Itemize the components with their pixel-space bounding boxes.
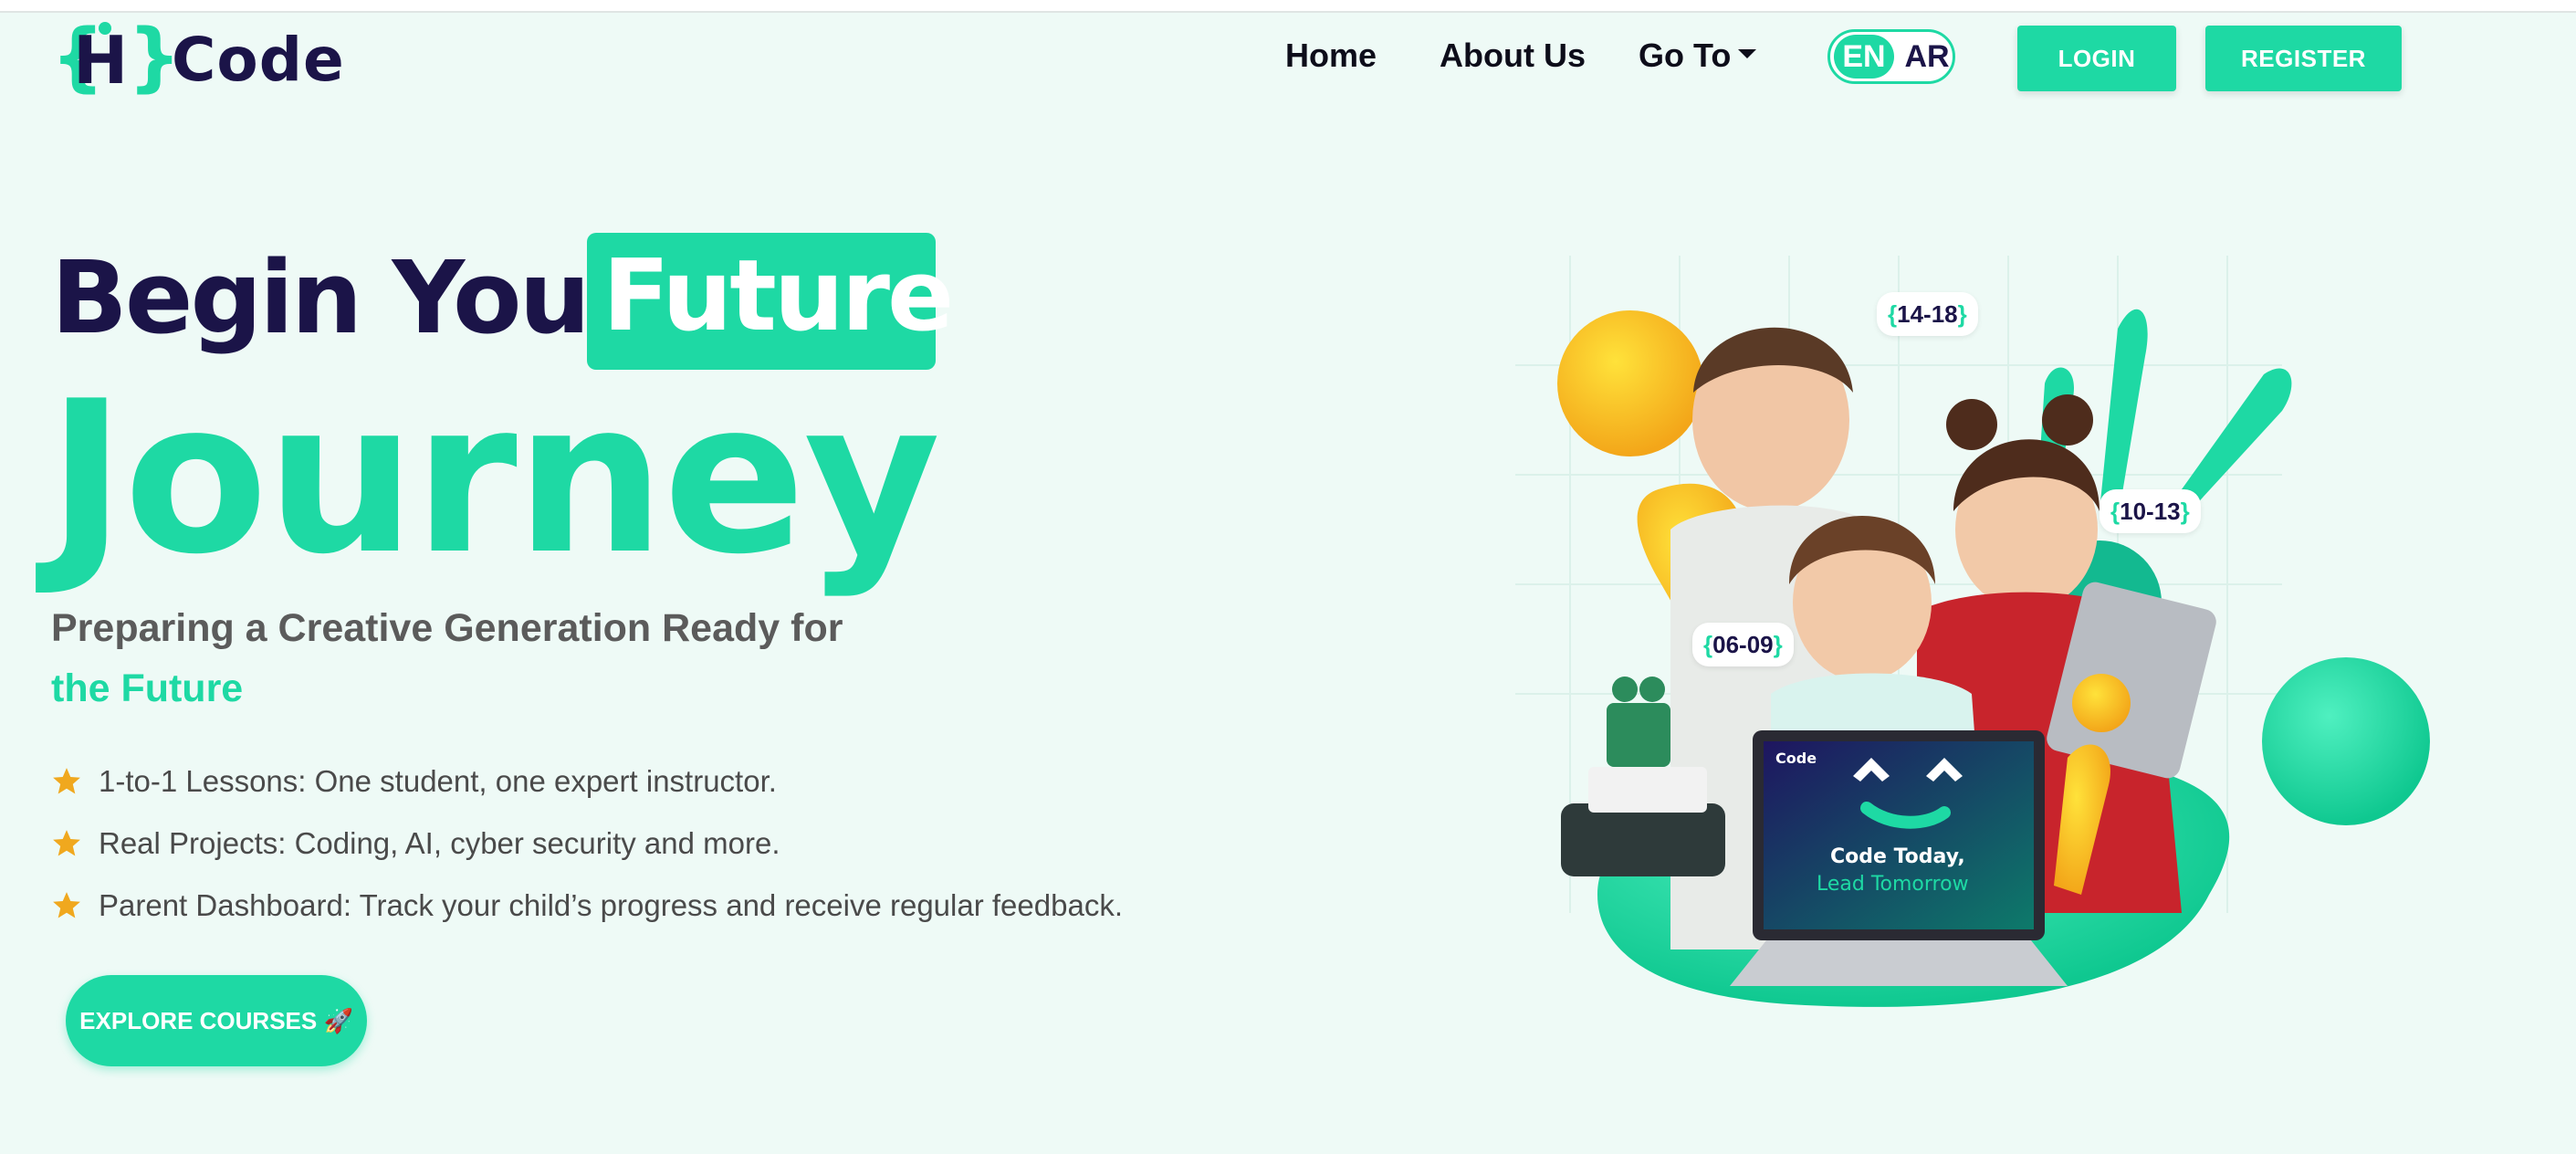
feature-item: 1-to-1 Lessons: One student, one expert …: [51, 761, 777, 802]
hero-illustration: Code Code Today, Lead Tomorrow {14-18} {…: [1461, 256, 2465, 1059]
lang-ar-option[interactable]: AR: [1903, 35, 1951, 79]
register-button[interactable]: REGISTER: [2205, 26, 2402, 91]
logo-text: Code: [172, 24, 345, 95]
kids-with-devices-image: Code Code Today, Lead Tomorrow: [1515, 256, 2430, 1007]
age-tag: {14-18}: [1877, 292, 1978, 336]
site-logo[interactable]: { H } Code: [51, 14, 345, 100]
hero-subtitle-line2: the Future: [51, 666, 244, 710]
age-tag-label: 14-18: [1897, 300, 1958, 328]
laptop-line2-text: Lead Tomorrow: [1817, 873, 1969, 896]
age-tag-label: 06-09: [1712, 631, 1774, 658]
hero-title-line2: Journey: [47, 357, 940, 601]
logo-mark-icon: { H }: [51, 14, 182, 100]
chevron-down-icon: [1738, 49, 1757, 59]
hero-title-part1: Begin Your: [51, 239, 637, 356]
feature-text: Parent Dashboard: Track your child’s pro…: [99, 888, 1123, 922]
login-button[interactable]: LOGIN: [2017, 26, 2176, 91]
nav-about-link[interactable]: About Us: [1440, 37, 1586, 75]
star-icon: [53, 830, 80, 856]
feature-text: 1-to-1 Lessons: One student, one expert …: [99, 764, 777, 798]
age-tag: {10-13}: [2100, 489, 2201, 533]
browser-top-edge: [0, 0, 2576, 13]
nav-home-link[interactable]: Home: [1285, 37, 1377, 75]
hero-subtitle-line1: Preparing a Creative Generation Ready fo…: [51, 606, 843, 650]
feature-item: Real Projects: Coding, AI, cyber securit…: [51, 824, 780, 864]
language-toggle[interactable]: EN AR: [1827, 29, 1955, 84]
laptop-brand-text: Code: [1775, 750, 1817, 767]
star-icon: [53, 768, 80, 794]
lang-en-option[interactable]: EN: [1834, 35, 1894, 79]
star-icon: [53, 892, 80, 918]
nav-goto-dropdown[interactable]: Go To: [1639, 37, 1757, 75]
explore-courses-button[interactable]: EXPLORE COURSES 🚀: [66, 975, 367, 1066]
age-tag-label: 10-13: [2120, 498, 2181, 525]
feature-text: Real Projects: Coding, AI, cyber securit…: [99, 826, 780, 860]
hero-title-highlight: Future: [602, 239, 954, 353]
laptop-line1-text: Code Today,: [1830, 845, 1965, 868]
feature-item: Parent Dashboard: Track your child’s pro…: [51, 886, 1123, 926]
nav-goto-label: Go To: [1639, 37, 1732, 74]
age-tag: {06-09}: [1692, 623, 1794, 666]
